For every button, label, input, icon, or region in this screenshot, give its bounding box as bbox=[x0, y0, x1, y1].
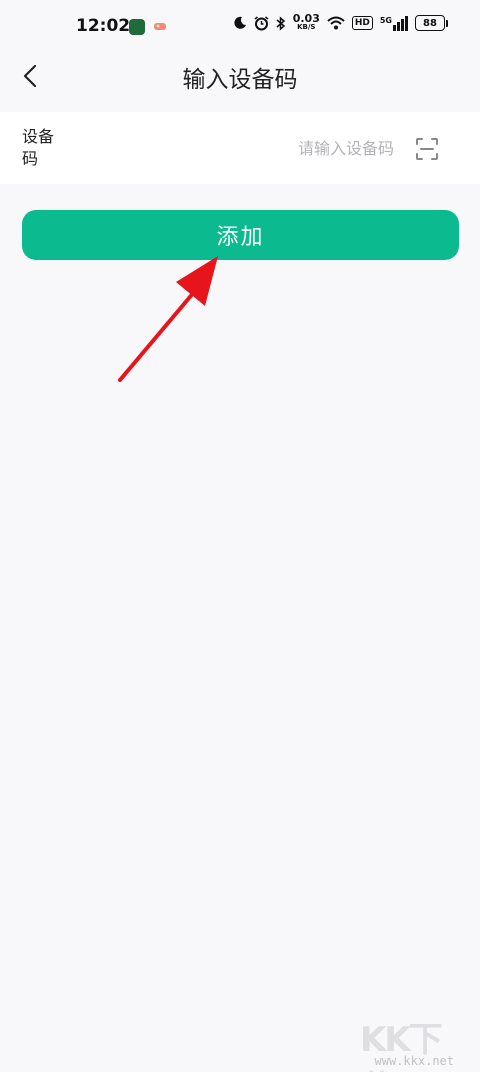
bluetooth-icon bbox=[276, 15, 285, 31]
status-icons: 0.03 KB/S HD 5G 88 bbox=[233, 12, 448, 32]
battery-level: 88 bbox=[415, 15, 445, 31]
page-title: 输入设备码 bbox=[182, 67, 298, 93]
alarm-icon bbox=[254, 15, 269, 30]
signal-bar bbox=[401, 18, 404, 31]
watermark-url: www.kkx.net bbox=[374, 1054, 454, 1068]
battery-icon: 88 bbox=[415, 15, 448, 31]
device-code-label: 设备码 bbox=[22, 127, 55, 168]
scan-button[interactable] bbox=[414, 136, 440, 162]
signal-bar bbox=[393, 24, 396, 31]
device-code-row: 设备码 bbox=[0, 112, 480, 184]
status-time: 12:02 bbox=[76, 16, 131, 36]
network-speed-value: 0.03 bbox=[292, 12, 320, 25]
signal-bar bbox=[405, 15, 408, 31]
watermark: KK下载 www.kkx.net bbox=[360, 1012, 480, 1072]
nav-bar: 输入设备码 bbox=[0, 48, 480, 104]
scan-icon bbox=[416, 138, 438, 160]
hd-badge: HD bbox=[351, 16, 373, 30]
add-button[interactable]: 添加 bbox=[22, 210, 459, 260]
signal-bar bbox=[397, 21, 400, 31]
network-speed-unit: KB/S bbox=[297, 23, 316, 31]
game-controller-icon bbox=[154, 23, 166, 30]
device-code-input[interactable] bbox=[120, 134, 394, 162]
moon-icon bbox=[234, 16, 246, 29]
signal-type-label: 5G bbox=[379, 15, 392, 25]
battery-tip bbox=[446, 19, 448, 27]
wifi-icon bbox=[327, 16, 345, 30]
cellular-signal-icon: 5G bbox=[379, 15, 408, 31]
network-speed: 0.03 KB/S bbox=[292, 12, 320, 32]
app-notification-icon bbox=[129, 19, 145, 35]
annotation-arrow-icon bbox=[118, 256, 218, 382]
